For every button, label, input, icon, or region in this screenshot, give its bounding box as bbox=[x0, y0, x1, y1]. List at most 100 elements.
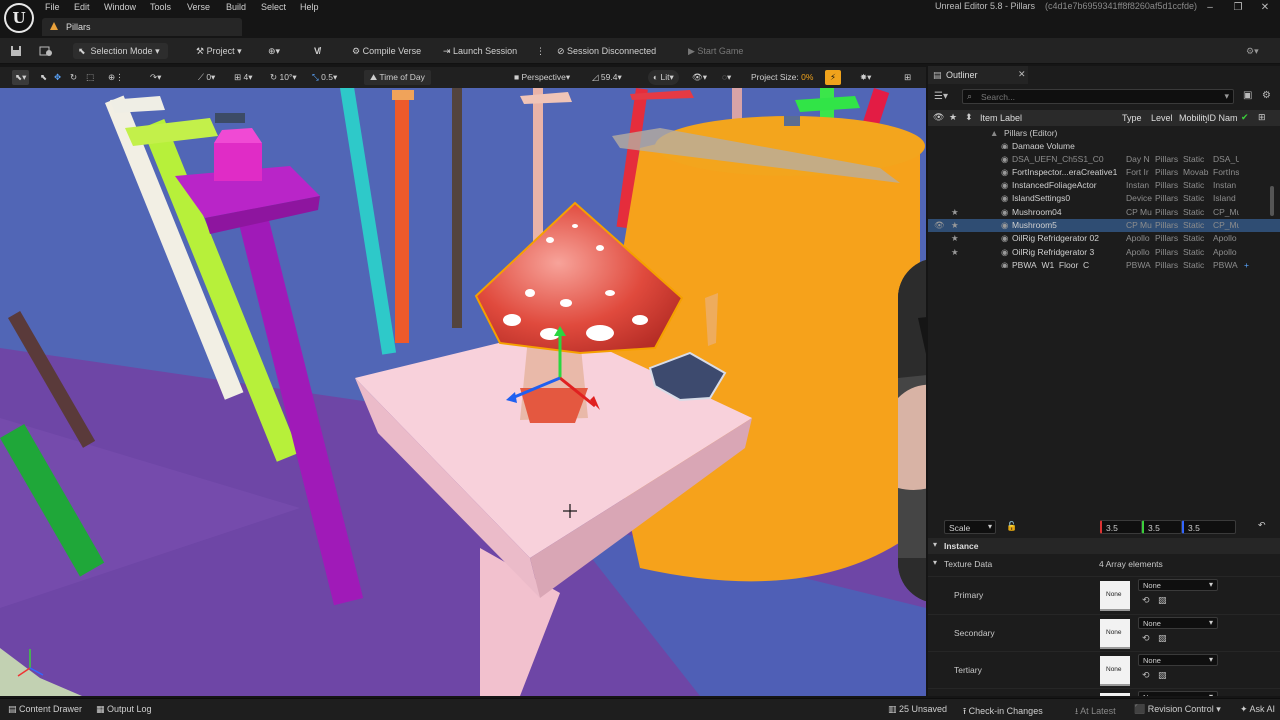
verse-icon[interactable]: V̸ bbox=[314, 43, 320, 59]
add-folder-icon[interactable]: ▣ bbox=[1243, 90, 1252, 101]
filter-icon[interactable]: ☰▾ bbox=[934, 91, 948, 102]
select-tool-icon[interactable]: ⬉ bbox=[40, 70, 47, 85]
outliner-row[interactable]: 👁 ★ ◉ Mushroom5 CP Mu Pillars Static CP_Mu bbox=[928, 219, 1280, 232]
settings-gear-icon[interactable]: ⚙▾ bbox=[1246, 43, 1259, 59]
close-outliner-icon[interactable]: ✕ bbox=[1018, 69, 1026, 80]
reset-scale-icon[interactable]: ↶ bbox=[1258, 520, 1266, 531]
minimize-icon[interactable]: – bbox=[1195, 0, 1225, 16]
outliner-row[interactable]: ◉ Damage Volume bbox=[928, 140, 1280, 149]
favorite-icon[interactable]: ★ bbox=[951, 206, 959, 219]
unreal-logo-icon[interactable]: U bbox=[4, 3, 34, 33]
angle-snap-toggle[interactable]: ⟋ 0▾ bbox=[198, 70, 215, 85]
show-flags-icon[interactable]: 👁▾ bbox=[692, 70, 707, 85]
outliner-row[interactable]: ★ ◉ OilRig Refridgerator 02 Apollo Pillars St… bbox=[928, 232, 1280, 245]
layout-icon[interactable]: ⊞ bbox=[904, 70, 911, 85]
move-tool-icon[interactable]: ✥ bbox=[54, 70, 61, 85]
menu-help[interactable]: Help bbox=[300, 2, 319, 12]
world-local-icon[interactable]: ⊕⋮ bbox=[108, 70, 124, 85]
add-actor-icon[interactable]: ⊕▾ bbox=[268, 43, 280, 59]
favorite-icon[interactable]: ★ bbox=[951, 246, 959, 259]
texture-asset-dropdown[interactable]: None ▾ bbox=[1138, 691, 1218, 696]
use-selected-icon[interactable]: ⟲ bbox=[1142, 595, 1150, 606]
texture-asset-dropdown[interactable]: None ▾ bbox=[1138, 579, 1218, 591]
outliner-tab[interactable]: ▤ Outliner ✕ bbox=[928, 66, 1028, 84]
unsaved-button[interactable]: ▥ 25 Unsaved bbox=[888, 704, 947, 715]
rotate-tool-icon[interactable]: ↻ bbox=[70, 70, 77, 85]
check-in-button[interactable]: ⭱ Check-in Changes bbox=[963, 704, 1043, 720]
compile-verse-button[interactable]: ⚙ Compile Verse bbox=[352, 43, 421, 59]
menu-verse[interactable]: Verse bbox=[187, 2, 210, 12]
texture-thumbnail[interactable] bbox=[1100, 693, 1130, 696]
lit-dropdown[interactable]: ◐ Lit▾ bbox=[648, 70, 679, 85]
browse-asset-icon[interactable]: ▧ bbox=[1158, 595, 1167, 606]
project-dropdown[interactable]: ⚒ Project ▾ bbox=[196, 43, 242, 59]
favorite-icon[interactable]: ★ bbox=[951, 232, 959, 245]
output-log-button[interactable]: ▦ Output Log bbox=[96, 704, 152, 715]
outliner-row[interactable]: ◉ FortInspector...eraCreative1 Fort Ir Pill… bbox=[928, 166, 1280, 179]
selection-mode-dropdown[interactable]: ⬉ Selection Mode ▾ bbox=[73, 43, 168, 59]
viewport-settings-icon[interactable]: ✸▾ bbox=[860, 70, 871, 85]
browse-asset-icon[interactable]: ▧ bbox=[1158, 633, 1167, 644]
texture-thumbnail[interactable]: None bbox=[1100, 656, 1130, 686]
menu-tools[interactable]: Tools bbox=[150, 2, 171, 12]
scale-tool-icon[interactable]: ⬚ bbox=[86, 70, 94, 85]
scale-z-input[interactable]: 3.5 bbox=[1182, 520, 1236, 534]
performance-icon[interactable]: ⚡ bbox=[825, 70, 841, 85]
outliner-row[interactable]: ◉ DSA_UEFN_Ch5S1_C0 Day N Pillars Static DSA_… bbox=[928, 153, 1280, 166]
instance-section-header[interactable]: ▾ Instance bbox=[928, 538, 1280, 554]
scale-x-input[interactable]: 3.5 bbox=[1100, 520, 1142, 534]
scale-snap-toggle[interactable]: ⤡ 0.5▾ bbox=[312, 70, 337, 85]
save-icon[interactable] bbox=[10, 43, 24, 59]
column-item-label[interactable]: Item Label bbox=[980, 113, 1022, 123]
more-options-icon[interactable]: ⋮ bbox=[536, 43, 545, 59]
favorite-column-icon[interactable]: ★ bbox=[949, 112, 957, 123]
use-selected-icon[interactable]: ⟲ bbox=[1142, 633, 1150, 644]
start-game-button[interactable]: ▶ Start Game bbox=[688, 43, 743, 59]
scale-y-input[interactable]: 3.5 bbox=[1142, 520, 1182, 534]
outliner-row[interactable]: ◉ PBWA_W1_Floor_C PBWA Pillars Static PBWA + bbox=[928, 259, 1280, 268]
add-icon[interactable]: + bbox=[1244, 259, 1249, 268]
favorite-icon[interactable]: ★ bbox=[951, 219, 959, 232]
menu-build[interactable]: Build bbox=[226, 2, 246, 12]
transform-mode-icon[interactable]: ⬉▾ bbox=[12, 70, 30, 85]
time-of-day-dropdown[interactable]: ⛰ Time of Day bbox=[364, 70, 431, 85]
use-selected-icon[interactable]: ⟲ bbox=[1142, 670, 1150, 681]
level-tab[interactable]: Pillars bbox=[42, 18, 242, 36]
texture-thumbnail[interactable]: None bbox=[1100, 581, 1130, 611]
surface-snap-icon[interactable]: ↷▾ bbox=[150, 70, 161, 85]
fov-dropdown[interactable]: ◿ 59.4▾ bbox=[592, 70, 622, 85]
column-type[interactable]: Type bbox=[1122, 113, 1142, 123]
columns-menu-icon[interactable]: ⊞ bbox=[1258, 112, 1266, 123]
outliner-row[interactable]: ★ ◉ OilRig Refridgerator 3 Apollo Pillars Sta… bbox=[928, 246, 1280, 259]
menu-file[interactable]: File bbox=[45, 2, 60, 12]
menu-edit[interactable]: Edit bbox=[74, 2, 90, 12]
restore-icon[interactable]: ❐ bbox=[1223, 0, 1253, 16]
outliner-row[interactable]: ◉ IslandSettings0 Device Pillars Static Islan… bbox=[928, 192, 1280, 205]
tree-root-row[interactable]: ▲ Pillars (Editor) bbox=[928, 127, 1280, 140]
realtime-icon[interactable]: ◌▾ bbox=[722, 70, 731, 85]
texture-asset-dropdown[interactable]: None ▾ bbox=[1138, 617, 1218, 629]
column-id-name[interactable]: ID Name bbox=[1207, 113, 1237, 123]
browse-asset-icon[interactable]: ▧ bbox=[1158, 670, 1167, 681]
menu-window[interactable]: Window bbox=[104, 2, 136, 12]
column-level[interactable]: Level bbox=[1151, 113, 1173, 123]
grid-snap-toggle[interactable]: ⊞ 4▾ bbox=[234, 70, 253, 85]
scale-mode-dropdown[interactable]: Scale ▾ bbox=[944, 520, 996, 534]
visibility-column-icon[interactable]: 👁 bbox=[933, 112, 944, 123]
close-icon[interactable]: ✕ bbox=[1250, 0, 1280, 16]
outliner-settings-icon[interactable]: ⚙ bbox=[1262, 90, 1271, 101]
outliner-search-input[interactable]: ⌕ Search... ▾ bbox=[962, 89, 1234, 104]
perspective-dropdown[interactable]: ■ Perspective▾ bbox=[514, 70, 570, 85]
content-drawer-button[interactable]: ▤ Content Drawer bbox=[8, 704, 82, 715]
ask-ai-button[interactable]: ✦ Ask AI bbox=[1240, 704, 1275, 715]
column-mobility[interactable]: Mobility bbox=[1179, 113, 1207, 123]
browse-icon[interactable] bbox=[39, 43, 53, 59]
visibility-icon[interactable]: 👁 bbox=[934, 219, 945, 232]
lock-icon[interactable]: 🔓 bbox=[1006, 521, 1017, 532]
outliner-row[interactable]: ★ ◉ Mushroom04 CP Mu Pillars Static CP_Mu bbox=[928, 206, 1280, 219]
level-viewport[interactable] bbox=[0, 88, 926, 696]
texture-data-row[interactable]: ▾ Texture Data 4 Array elements bbox=[928, 556, 1280, 572]
launch-session-button[interactable]: ⇥ Launch Session bbox=[443, 43, 517, 59]
at-latest-button[interactable]: ⭳ At Latest bbox=[1075, 704, 1116, 720]
outliner-scrollbar[interactable] bbox=[1270, 186, 1274, 216]
